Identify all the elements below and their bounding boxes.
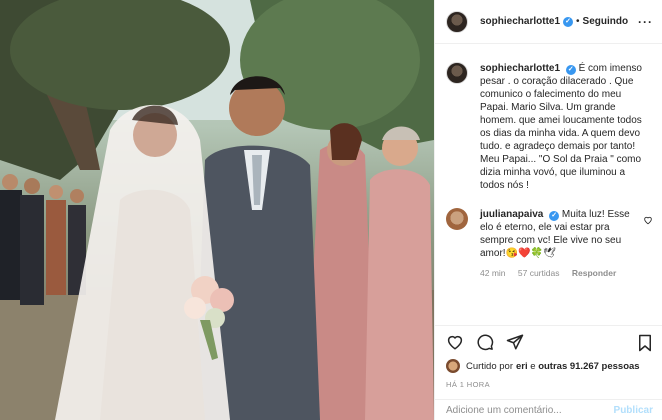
publish-button[interactable]: Publicar xyxy=(614,405,653,416)
comments-section: sophiecharlotte1 ✓ É com imenso pesar . … xyxy=(435,54,662,278)
caption-entry: sophiecharlotte1 ✓ É com imenso pesar . … xyxy=(435,62,662,192)
caption-author-avatar[interactable] xyxy=(446,62,468,84)
post-photo[interactable] xyxy=(0,0,434,420)
heart-icon[interactable] xyxy=(446,333,464,351)
reply-button[interactable]: Responder xyxy=(572,268,616,278)
liker-username[interactable]: eri xyxy=(516,361,528,372)
separator-dot: • xyxy=(576,16,580,27)
caption-username[interactable]: sophiecharlotte1 xyxy=(480,63,560,74)
comment-likes[interactable]: 57 curtidas xyxy=(518,268,560,278)
post-actions xyxy=(435,325,662,357)
verified-icon: ✓ xyxy=(549,210,560,221)
comment-meta: 42 min 57 curtidas Responder xyxy=(480,268,649,278)
follow-status-button[interactable]: Seguindo xyxy=(583,16,629,27)
bookmark-icon[interactable] xyxy=(637,334,653,357)
comment-entry: juulianapaiva ✓ Muita luz! Esse elo é et… xyxy=(435,208,662,278)
comment-username[interactable]: juulianapaiva xyxy=(480,209,543,220)
comment-input[interactable]: Adicione um comentário... xyxy=(446,405,562,416)
add-comment-bar: Adicione um comentário... Publicar xyxy=(435,399,662,420)
heart-icon[interactable] xyxy=(643,212,653,230)
liker-avatar[interactable] xyxy=(446,359,460,373)
likes-middle: e xyxy=(527,360,539,372)
commenter-avatar[interactable] xyxy=(446,208,468,230)
comment-text: juulianapaiva ✓ Muita luz! Esse elo é et… xyxy=(480,208,649,260)
more-icon[interactable]: ··· xyxy=(638,15,653,29)
caption-text: sophiecharlotte1 ✓ É com imenso pesar . … xyxy=(480,62,649,192)
verified-icon: ✓ xyxy=(563,16,574,27)
wedding-photo-illustration xyxy=(0,0,434,420)
author-avatar[interactable] xyxy=(446,10,468,33)
likes-count-link[interactable]: outras 91.267 pessoas xyxy=(538,361,639,372)
post-header: sophiecharlotte1 ✓ • Seguindo ··· xyxy=(435,0,662,44)
share-icon[interactable] xyxy=(506,333,524,351)
post-sidebar: sophiecharlotte1 ✓ • Seguindo ··· sophie… xyxy=(434,0,662,420)
comment-time: 42 min xyxy=(480,268,506,278)
verified-icon: ✓ xyxy=(565,64,576,75)
caption-body: É com imenso pesar . o coração dilacerad… xyxy=(480,63,642,191)
likes-prefix: Curtido por xyxy=(466,360,513,372)
likes-summary: Curtido por eri e outras 91.267 pessoas xyxy=(446,359,640,373)
author-username[interactable]: sophiecharlotte1 xyxy=(480,16,560,27)
comment-icon[interactable] xyxy=(476,333,494,351)
post-timestamp[interactable]: HÁ 1 HORA xyxy=(446,380,490,389)
